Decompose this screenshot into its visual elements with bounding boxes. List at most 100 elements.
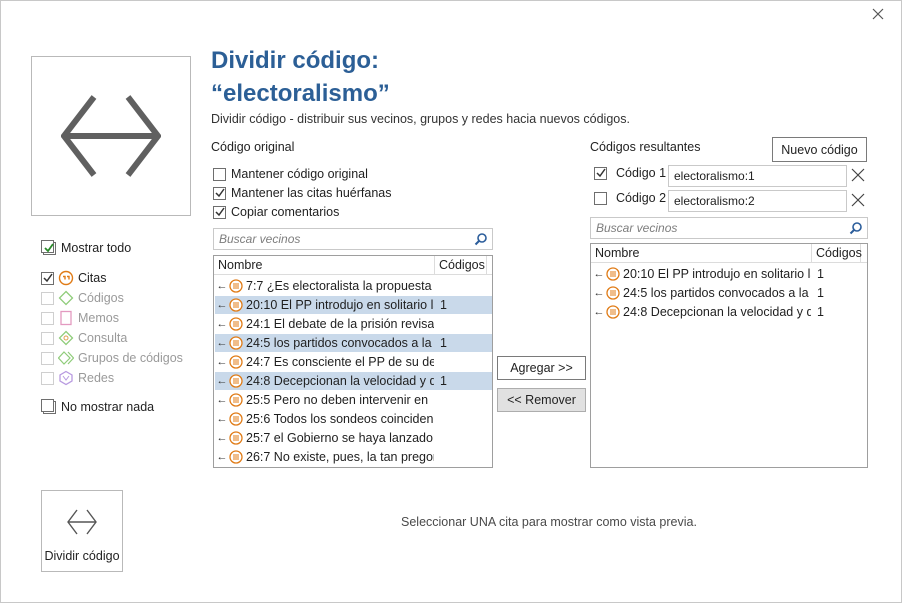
code-1-label: Código 1 [616,166,667,180]
result-codes-section-label: Códigos resultantes [590,140,701,154]
split-code-large-icon-box [31,56,191,216]
list-item[interactable]: ← 24:8 Decepcionan la velocidad y d 1 [592,303,864,321]
result-list-header: Nombre Códigos [591,244,867,263]
list-item-code-count: 1 [817,305,824,319]
codigos-label: Códigos [78,291,124,305]
preview-message: Seleccionar UNA cita para mostrar como v… [401,515,697,529]
result-code-2-row: Código 2 [594,191,666,205]
list-item[interactable]: ← 25:5 Pero no deben intervenir en [215,391,492,409]
list-item-name: 24:1 El debate de la prisión revisable [246,317,434,331]
filter-citas[interactable]: Citas [41,270,106,286]
incoming-link-arrow-icon: ← [216,394,228,406]
list-item-name: 24:5 los partidos convocados a la [623,286,809,300]
incoming-link-arrow-icon: ← [216,356,228,368]
filter-grupos-de-codigos: Grupos de códigos [41,350,183,366]
close-button[interactable] [866,2,890,26]
show-all-label: Mostrar todo [61,241,132,255]
split-code-button-label: Dividir código [44,549,120,563]
filter-show-none[interactable]: No mostrar nada [41,399,154,415]
copy-comments-checkbox[interactable] [213,205,226,219]
list-item-name: 20:10 El PP introdujo en solitario la [246,298,434,312]
show-all-checkbox[interactable] [41,240,57,256]
list-item[interactable]: ← 24:8 Decepcionan la velocidad y d 1 [215,372,492,390]
original-list-header: Nombre Códigos [214,256,492,275]
list-item-code-count: 1 [440,336,447,350]
quotation-icon [606,305,620,319]
keep-original-label: Mantener código original [231,167,368,181]
code-2-checkbox[interactable] [594,191,607,205]
result-neighbors-list[interactable]: Nombre Códigos ← 20:10 El PP introdujo en… [590,243,868,468]
show-none-checkbox[interactable] [41,399,57,415]
keep-orphan-checkbox[interactable] [213,186,226,200]
list-item[interactable]: ← 24:1 El debate de la prisión revisable [215,315,492,333]
incoming-link-arrow-icon: ← [216,432,228,444]
list-item-name: 24:8 Decepcionan la velocidad y d [623,305,811,319]
close-icon [851,193,865,207]
network-icon [58,370,74,386]
result-search-placeholder: Buscar vecinos [596,221,678,235]
result-search-input[interactable]: Buscar vecinos [590,217,868,239]
close-icon [851,168,865,182]
citas-checkbox[interactable] [41,271,54,285]
checkmark-icon [595,168,606,178]
keep-original-checkbox[interactable] [213,167,226,181]
quotation-icon [58,270,74,286]
filter-show-all[interactable]: Mostrar todo [41,240,131,256]
original-neighbors-list[interactable]: Nombre Códigos ← 7:7 ¿Es electoralista la… [213,255,493,468]
code-1-checkbox[interactable] [594,166,607,180]
code-2-label: Código 2 [616,191,667,205]
column-header-nombre[interactable]: Nombre [214,256,435,274]
add-button[interactable]: Agregar >> [497,356,586,380]
split-code-button[interactable]: Dividir código [41,490,123,572]
search-icon[interactable] [472,230,490,248]
quotation-icon [229,374,243,388]
filter-consulta: Consulta [41,330,127,346]
list-item[interactable]: ← 7:7 ¿Es electoralista la propuesta de [215,277,492,295]
quotation-icon [229,412,243,426]
column-header-codigos[interactable]: Códigos [812,244,862,262]
column-header-codigos[interactable]: Códigos [435,256,487,274]
list-item[interactable]: ← 25:7 el Gobierno se haya lanzado [215,429,492,447]
list-item[interactable]: ← 20:10 El PP introdujo en solitario la 1 [592,265,864,283]
list-item-name: 25:6 Todos los sondeos coinciden [246,412,434,426]
filter-codigos: Códigos [41,290,124,306]
remove-code-2-button[interactable] [849,191,867,209]
remove-button[interactable]: << Remover [497,388,586,412]
list-item-name: 24:8 Decepcionan la velocidad y d [246,374,434,388]
dialog-title: Dividir código: “electoralismo” [211,44,390,110]
list-item[interactable]: ← 26:7 No existe, pues, la tan pregona [215,448,492,466]
option-keep-original-code[interactable]: Mantener código original [213,167,368,181]
list-item[interactable]: ← 24:5 los partidos convocados a la 1 [592,284,864,302]
query-icon [58,330,74,346]
checkmark-icon [42,273,53,283]
dialog-title-line2: “electoralismo” [211,80,390,107]
list-item[interactable]: ← 25:6 Todos los sondeos coinciden [215,410,492,428]
list-item[interactable]: ← 20:10 El PP introdujo en solitario la 1 [215,296,492,314]
search-icon[interactable] [847,219,865,237]
list-item-name: 25:7 el Gobierno se haya lanzado [246,431,433,445]
result-code-1-row: Código 1 [594,166,666,180]
keep-orphan-label: Mantener las citas huérfanas [231,186,392,200]
list-item-code-count: 1 [817,267,824,281]
list-item[interactable]: ← 24:7 Es consciente el PP de su debe [215,353,492,371]
list-item-code-count: 1 [817,286,824,300]
code-1-name-input[interactable]: electoralismo:1 [668,165,847,187]
incoming-link-arrow-icon: ← [216,318,228,330]
new-code-button[interactable]: Nuevo código [772,137,867,162]
quotation-icon [229,393,243,407]
code-2-name-input[interactable]: electoralismo:2 [668,190,847,212]
memos-label: Memos [78,311,119,325]
original-search-input[interactable]: Buscar vecinos [213,228,493,250]
remove-code-1-button[interactable] [849,166,867,184]
code-icon [58,290,74,306]
redes-checkbox [41,371,54,385]
quotation-icon [606,267,620,281]
option-keep-orphan-quotes[interactable]: Mantener las citas huérfanas [213,186,392,200]
list-item-name: 25:5 Pero no deben intervenir en [246,393,429,407]
filter-memos: Memos [41,310,119,326]
list-item-name: 20:10 El PP introdujo en solitario la [623,267,811,281]
checkmark-icon [44,243,54,253]
option-copy-comments[interactable]: Copiar comentarios [213,205,339,219]
list-item[interactable]: ← 24:5 los partidos convocados a la 1 [215,334,492,352]
column-header-nombre[interactable]: Nombre [591,244,812,262]
